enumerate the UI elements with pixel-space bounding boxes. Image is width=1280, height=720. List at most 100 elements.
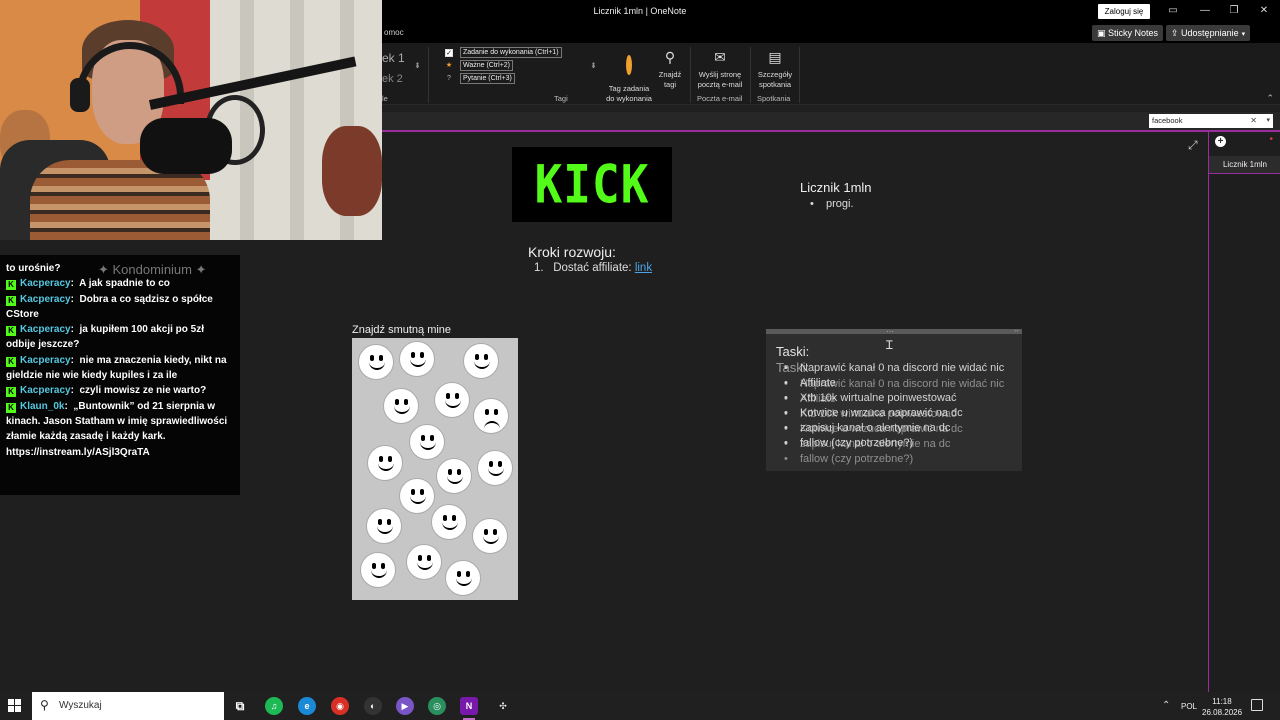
- tag-important[interactable]: ★ Ważne (Ctrl+2): [440, 60, 588, 73]
- smiley-face: [399, 478, 435, 514]
- email-group-label: Poczta e-mail: [697, 94, 743, 103]
- drag-handle-icon[interactable]: ⋯: [886, 327, 894, 336]
- sticky-notes-icon: ▣: [1097, 28, 1109, 38]
- restore-icon[interactable]: ❐: [1227, 4, 1241, 18]
- style-heading-2[interactable]: ek 2: [382, 73, 403, 85]
- affiliate-link[interactable]: link: [635, 262, 652, 274]
- smiley-face: [472, 518, 508, 554]
- clock[interactable]: 11:18 26.08.2026: [1202, 696, 1242, 718]
- tasks-note-container[interactable]: ⋯ ↔ Taski: • Naprawić kanał 0 na discord …: [766, 327, 1022, 471]
- todo-tag-button[interactable]: Tag zadania do wykonania: [604, 47, 654, 104]
- ribbon-separator: [799, 47, 800, 103]
- add-page-icon[interactable]: +: [1215, 136, 1226, 147]
- steps-item[interactable]: 1. Dostać affiliate: link: [534, 262, 652, 274]
- search-input[interactable]: facebook ✕ ▾: [1149, 114, 1273, 128]
- star-icon: ★: [445, 62, 453, 69]
- onenote-icon[interactable]: N: [460, 697, 478, 720]
- app-icon[interactable]: ✣: [494, 697, 512, 715]
- tray-chevron-icon[interactable]: ⌃: [1162, 700, 1170, 711]
- task-item-ghost: • zapisuj kanał o alertymie na dc: [784, 438, 951, 450]
- task-item-ghost: • Naprawić kanał 0 na discord nie widać n…: [784, 378, 1005, 390]
- smiley-face: [431, 504, 467, 540]
- smiley-face: [436, 458, 472, 494]
- edge-icon[interactable]: e: [298, 697, 316, 715]
- chat-background-label: ✦ Kondominium ✦: [98, 262, 207, 277]
- task-item[interactable]: • Naprawić kanał 0 na discord nie widać n…: [784, 362, 1004, 374]
- sticky-notes-button[interactable]: ▣ Sticky Notes: [1092, 25, 1164, 41]
- smiley-image: [352, 338, 518, 600]
- smiley-face: [366, 508, 402, 544]
- steps-heading[interactable]: Kroki rozwoju:: [528, 244, 616, 260]
- search-scope-icon[interactable]: ▾: [1266, 114, 1270, 128]
- chrome-icon[interactable]: ◉: [331, 697, 349, 715]
- page-title[interactable]: Licznik 1mln: [800, 180, 872, 195]
- ribbon-tab-row: omoc ▣ Sticky Notes ⇪ Udostępnianie ▾: [382, 23, 1280, 43]
- task-item-ghost: • Kotwice u wrzuca naprawić na dc: [784, 423, 963, 435]
- clear-search-icon[interactable]: ✕: [1250, 114, 1257, 128]
- checkbox-icon: ✓: [445, 49, 453, 57]
- sign-in-button[interactable]: Zaloguj się: [1098, 4, 1150, 19]
- smiley-face: [406, 544, 442, 580]
- kick-badge-icon: K: [6, 402, 16, 413]
- kick-badge-icon: K: [6, 295, 16, 306]
- smiley-face: [477, 450, 513, 486]
- windows-start-icon[interactable]: [8, 699, 22, 713]
- page-list-item[interactable]: Licznik 1mln: [1209, 156, 1280, 174]
- obs-icon[interactable]: ◐: [364, 697, 382, 715]
- styles-scroll-icon[interactable]: ⇟: [414, 61, 421, 70]
- spotify-icon[interactable]: ♫: [265, 697, 283, 715]
- styles-group-label: le: [382, 94, 388, 103]
- kick-badge-icon: K: [6, 356, 16, 367]
- taskbar-search-input[interactable]: ⚲ Wyszukaj: [32, 692, 224, 720]
- search-icon: ⚲: [40, 698, 49, 712]
- streaming-app-icon[interactable]: ▶: [396, 697, 414, 715]
- stream-chat: to urośnie? K Kacperacy: A jak spadnie to…: [0, 255, 240, 495]
- style-heading-1[interactable]: ek 1: [382, 51, 405, 65]
- tags-gallery: ✓ Zadanie do wykonania (Ctrl+1) ★ Ważne …: [440, 47, 588, 87]
- chat-message: K Klaun_0k: „Buntownik” od 21 sierpnia w …: [6, 400, 228, 458]
- task-view-icon[interactable]: ⧉: [231, 697, 249, 715]
- share-button[interactable]: ⇪ Udostępnianie ▾: [1166, 25, 1251, 41]
- minimize-icon[interactable]: —: [1198, 4, 1212, 18]
- tasks-heading-ghost: Taski:: [776, 360, 810, 375]
- find-sad-label[interactable]: Znajdź smutną mine: [352, 324, 451, 336]
- tags-group-label: Tagi: [554, 94, 568, 103]
- chat-message: K Kacperacy: A jak spadnie to co: [6, 276, 234, 291]
- kick-logo: KICK: [512, 147, 672, 222]
- tag-question[interactable]: ? Pytanie (Ctrl+3): [440, 73, 588, 86]
- close-icon[interactable]: ✕: [1257, 4, 1271, 18]
- ribbon-separator: [428, 47, 429, 103]
- ribbon-display-icon[interactable]: ▭: [1166, 4, 1180, 18]
- ribbon: ek 1 ek 2 ⇟ le ✓ Zadanie do wykonania (C…: [382, 43, 1280, 105]
- resize-handle-icon[interactable]: ↔: [1013, 327, 1020, 334]
- taskbar: ⚲ Wyszukaj ⧉ ♫ e ◉ ◐ ▶ ◎ N ✣ ⌃ POL 11:18…: [0, 692, 1280, 720]
- task-item-ghost: • Affiliate: [784, 393, 836, 405]
- webcam-overlay: [0, 0, 382, 240]
- smiley-face: [383, 388, 419, 424]
- globe-app-icon[interactable]: ◎: [428, 697, 446, 715]
- find-tags-icon: ⚲: [664, 49, 676, 65]
- sad-face: [473, 398, 509, 434]
- meeting-details-button[interactable]: ▤ Szczegóły spotkania: [754, 47, 796, 90]
- language-indicator[interactable]: POL: [1181, 702, 1197, 711]
- notification-icon[interactable]: [1251, 699, 1263, 711]
- collapse-ribbon-icon[interactable]: ⌃: [1266, 93, 1274, 104]
- ribbon-separator: [750, 47, 751, 103]
- envelope-icon: ✉: [714, 49, 726, 65]
- pin-icon[interactable]: •: [1269, 134, 1273, 145]
- kick-badge-icon: K: [6, 280, 16, 291]
- tags-more-icon[interactable]: ⇟: [590, 61, 597, 70]
- section-tab-bar: facebook ✕ ▾: [382, 112, 1280, 130]
- title-bullet[interactable]: • progi.: [810, 198, 854, 210]
- pages-header: + •: [1209, 132, 1280, 152]
- smiley-face: [360, 552, 396, 588]
- tag-todo[interactable]: ✓ Zadanie do wykonania (Ctrl+1): [440, 47, 588, 60]
- email-page-button[interactable]: ✉ Wyślij stronę pocztą e-mail: [694, 47, 746, 90]
- expand-icon[interactable]: ⤢: [1188, 138, 1198, 153]
- smiley-face: [445, 560, 481, 596]
- smiley-face: [463, 343, 499, 379]
- kick-badge-icon: K: [6, 326, 16, 337]
- page-canvas[interactable]: ⤢ KICK Licznik 1mln • progi. Kroki rozwoj…: [352, 132, 1208, 692]
- find-tags-button[interactable]: ⚲ Znajdź tagi: [656, 47, 684, 90]
- tab-help[interactable]: omoc: [384, 28, 404, 37]
